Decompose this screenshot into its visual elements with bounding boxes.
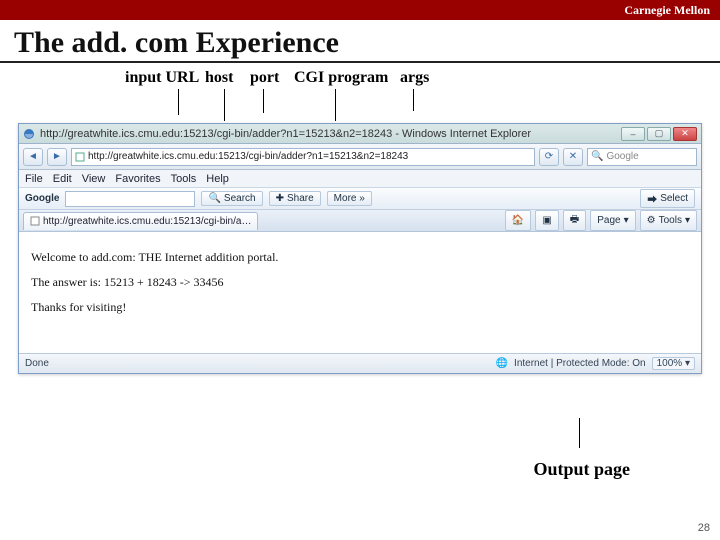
menu-view[interactable]: View [82,173,106,185]
zoom-indicator[interactable]: 100% ▾ [652,357,695,370]
feed-button[interactable]: ▣ [535,210,558,231]
label-host: host [205,69,233,87]
address-bar[interactable]: http://greatwhite.ics.cmu.edu:15213/cgi-… [71,148,535,166]
menu-edit[interactable]: Edit [53,173,72,185]
pointer-line [224,89,225,121]
google-share-label: Share [287,193,314,204]
window-buttons: – ▢ ✕ [621,127,697,141]
content-line-3: Thanks for visiting! [31,300,689,315]
google-more-label: More » [334,193,365,204]
content-line-1: Welcome to add.com: THE Internet additio… [31,250,689,265]
pointer-line [335,89,336,121]
label-port: port [250,69,279,87]
ie-icon [23,128,35,140]
address-url-text: http://greatwhite.ics.cmu.edu:15213/cgi-… [88,151,408,162]
status-zone: Internet | Protected Mode: On [514,358,646,369]
label-input-url: input URL [125,69,199,87]
gear-icon: ⚙ [647,215,656,226]
slide-title: The add. com Experience [0,20,720,63]
print-button[interactable]: 🖶 [563,210,586,231]
stop-icon: ✕ [569,151,577,162]
google-share-button[interactable]: ✚ Share [269,191,321,206]
label-cgi-program: CGI program [294,69,388,87]
brand-stripe: Carnegie Mellon [0,0,720,20]
tools-menu-button[interactable]: ⚙ Tools ▾ [640,210,697,231]
output-page-label: Output page [533,459,630,480]
printer-icon: 🖶 [570,212,579,229]
refresh-button[interactable]: ⟳ [539,148,559,166]
content-line-2: The answer is: 15213 + 18243 -> 33456 [31,275,689,290]
tab-title-text: http://greatwhite.ics.cmu.edu:15213/cgi-… [43,216,251,227]
page-content: Welcome to add.com: THE Internet additio… [19,232,701,353]
window-titlebar: http://greatwhite.ics.cmu.edu:15213/cgi-… [19,124,701,144]
globe-icon: 🌐 [496,358,508,369]
search-engine-box[interactable]: 🔍 Google [587,148,697,166]
refresh-icon: ⟳ [545,151,553,162]
google-select-label: Select [660,193,688,204]
slide-page-number: 28 [698,522,710,534]
page-menu-button[interactable]: Page ▾ [590,210,635,231]
status-left: Done [25,358,49,369]
status-bar: Done 🌐 Internet | Protected Mode: On 100… [19,353,701,373]
search-icon: 🔍 [591,151,603,162]
pointer-line [178,89,179,115]
page-icon [75,152,85,162]
share-icon: ✚ [276,193,284,204]
home-button[interactable]: 🏠 [505,210,531,231]
maximize-button[interactable]: ▢ [647,127,671,141]
zoom-value: 100% [657,358,683,369]
google-select-button[interactable]: ⮕ Select [640,189,695,208]
menu-tools[interactable]: Tools [171,173,197,185]
minimize-button[interactable]: – [621,127,645,141]
output-pointer-line [579,418,580,448]
url-part-labels: input URL host port CGI program args [0,63,720,123]
google-search-label: Search [224,193,256,204]
tab-bar: http://greatwhite.ics.cmu.edu:15213/cgi-… [19,210,701,232]
cursor-icon: ⮕ [647,191,657,206]
page-icon [30,216,40,226]
google-brand: Google [25,193,59,204]
forward-button[interactable]: ► [47,148,67,166]
google-search-input[interactable] [65,191,195,207]
search-icon: 🔍 [208,193,220,204]
google-more-button[interactable]: More » [327,191,372,206]
institution-name: Carnegie Mellon [624,3,710,18]
tab-active[interactable]: http://greatwhite.ics.cmu.edu:15213/cgi-… [23,212,258,230]
arrow-left-icon: ◄ [28,151,38,162]
menu-favorites[interactable]: Favorites [115,173,160,185]
pointer-line [413,89,414,111]
search-engine-label: Google [606,151,638,162]
google-toolbar: Google 🔍 Search ✚ Share More » ⮕ Select [19,188,701,210]
stop-button[interactable]: ✕ [563,148,583,166]
arrow-right-icon: ► [52,151,62,162]
tools-menu-label: Tools [659,215,682,226]
menu-help[interactable]: Help [206,173,229,185]
browser-window: http://greatwhite.ics.cmu.edu:15213/cgi-… [18,123,702,374]
page-menu-label: Page [597,215,620,226]
window-title-text: http://greatwhite.ics.cmu.edu:15213/cgi-… [40,128,531,140]
google-search-button[interactable]: 🔍 Search [201,191,262,206]
pointer-line [263,89,264,113]
address-toolbar: ◄ ► http://greatwhite.ics.cmu.edu:15213/… [19,144,701,170]
back-button[interactable]: ◄ [23,148,43,166]
menu-file[interactable]: File [25,173,43,185]
close-button[interactable]: ✕ [673,127,697,141]
rss-icon: ▣ [542,215,551,226]
menu-bar: File Edit View Favorites Tools Help [19,170,701,188]
home-icon: 🏠 [512,215,524,226]
label-args: args [400,69,429,87]
